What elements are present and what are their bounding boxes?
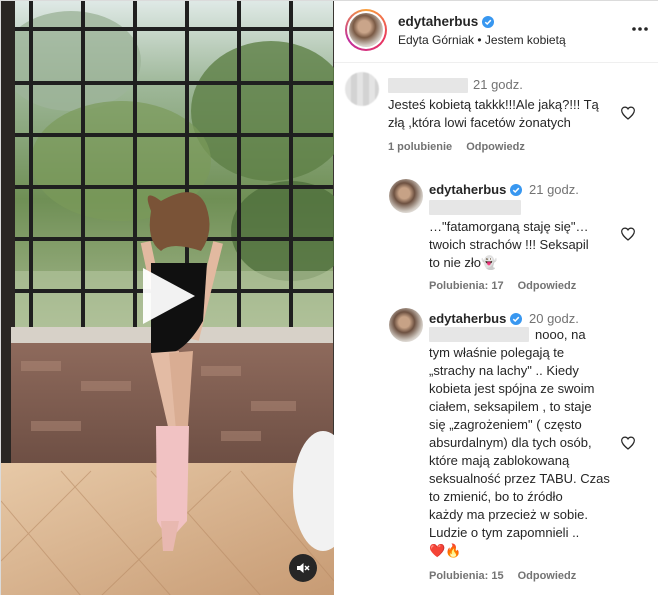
mute-button[interactable]	[289, 554, 317, 582]
comment-time[interactable]: 20 godz.	[529, 311, 579, 326]
instagram-post-frame: edytaherbus Edyta Górniak • Jestem kobie…	[0, 0, 658, 595]
comment-meta: 1 polubienie Odpowiedz	[388, 141, 525, 153]
verified-badge-icon	[510, 312, 523, 325]
speaker-muted-icon	[297, 563, 310, 573]
comment-line: każdy ma przecież w sobie.	[429, 507, 588, 522]
post-video[interactable]	[1, 1, 334, 595]
comment-meta: Polubienia: 17 Odpowiedz	[429, 280, 576, 292]
comment-username-blurred[interactable]	[388, 78, 468, 93]
comment-line: twoich strachów !!! Seksapil	[429, 237, 589, 252]
comment-time[interactable]: 21 godz.	[473, 77, 523, 92]
comment-line: Jesteś kobietą takkk!!!Ale jaką?!!! Tą	[388, 97, 599, 112]
author-username-text[interactable]: edytaherbus	[398, 14, 478, 29]
comment-line: absurdalnym) dla tych osób,	[429, 435, 592, 450]
comment-line: złą ,która lowi facetów żonatych	[388, 115, 571, 130]
comment-username[interactable]: edytaherbus	[429, 182, 523, 197]
comment-line: nooo, na	[535, 327, 586, 342]
comment-avatar[interactable]	[389, 308, 423, 342]
heart-outline-icon[interactable]	[620, 105, 636, 121]
author-subline[interactable]: Edyta Górniak • Jestem kobietą	[398, 33, 566, 47]
reply-button[interactable]: Odpowiedz	[518, 570, 577, 582]
reply-button[interactable]: Odpowiedz	[466, 141, 525, 153]
comment-avatar[interactable]	[389, 179, 423, 213]
comment-text: nooo, na tym właśnie polegają te „strach…	[429, 326, 629, 560]
comment-meta: Polubienia: 15 Odpowiedz	[429, 570, 576, 582]
comment-avatar-blurred[interactable]	[345, 72, 379, 106]
comment-line: to nie zło👻	[429, 255, 498, 270]
comment-mention-blurred[interactable]	[429, 200, 521, 215]
more-options-icon[interactable]	[630, 21, 650, 37]
comment-line: …"fatamorganą staję się"…	[429, 219, 589, 234]
comment-line: tym właśnie polegają te	[429, 345, 565, 360]
heart-outline-icon[interactable]	[620, 435, 636, 451]
heart-outline-icon[interactable]	[620, 226, 636, 242]
reply-button[interactable]: Odpowiedz	[518, 280, 577, 292]
comment-text: Jesteś kobietą takkk!!!Ale jaką?!!! Tą z…	[388, 96, 624, 132]
comment-emoji-line: ❤️🔥	[429, 543, 462, 558]
author-avatar-image	[349, 13, 383, 47]
comment-line: które mają zablokowaną	[429, 453, 570, 468]
comment-likes[interactable]: 1 polubienie	[388, 141, 452, 153]
comment-line: „strachy na lachy" .. Kiedy	[429, 363, 579, 378]
comment-text: …"fatamorganą staję się"… twoich strachó…	[429, 218, 609, 272]
comment-line: seksualność przez TABU. Czas	[429, 471, 610, 486]
comment-username-text[interactable]: edytaherbus	[429, 182, 506, 197]
comment-username[interactable]: edytaherbus	[429, 311, 523, 326]
post-header: edytaherbus Edyta Górniak • Jestem kobie…	[334, 1, 658, 63]
author-username[interactable]: edytaherbus	[398, 14, 495, 29]
comment-line: Ludzie o tym zapomnieli ..	[429, 525, 580, 540]
comment-likes[interactable]: Polubienia: 15	[429, 570, 504, 582]
verified-badge-icon	[482, 15, 495, 28]
comment-time[interactable]: 21 godz.	[529, 182, 579, 197]
play-icon[interactable]	[137, 264, 201, 328]
comment-line: to zmienić, bo to źródło	[429, 489, 563, 504]
verified-badge-icon	[510, 183, 523, 196]
post-side-panel: edytaherbus Edyta Górniak • Jestem kobie…	[334, 1, 658, 595]
comment-username-text[interactable]: edytaherbus	[429, 311, 506, 326]
author-avatar[interactable]	[345, 9, 387, 51]
comment-likes[interactable]: Polubienia: 17	[429, 280, 504, 292]
comment-line: kobieta jest spójna ze swoim	[429, 381, 595, 396]
comment-line: się „zagrożeniem" ( często	[429, 417, 582, 432]
comment-line: ciałem, seksapilem , to staje	[429, 399, 592, 414]
